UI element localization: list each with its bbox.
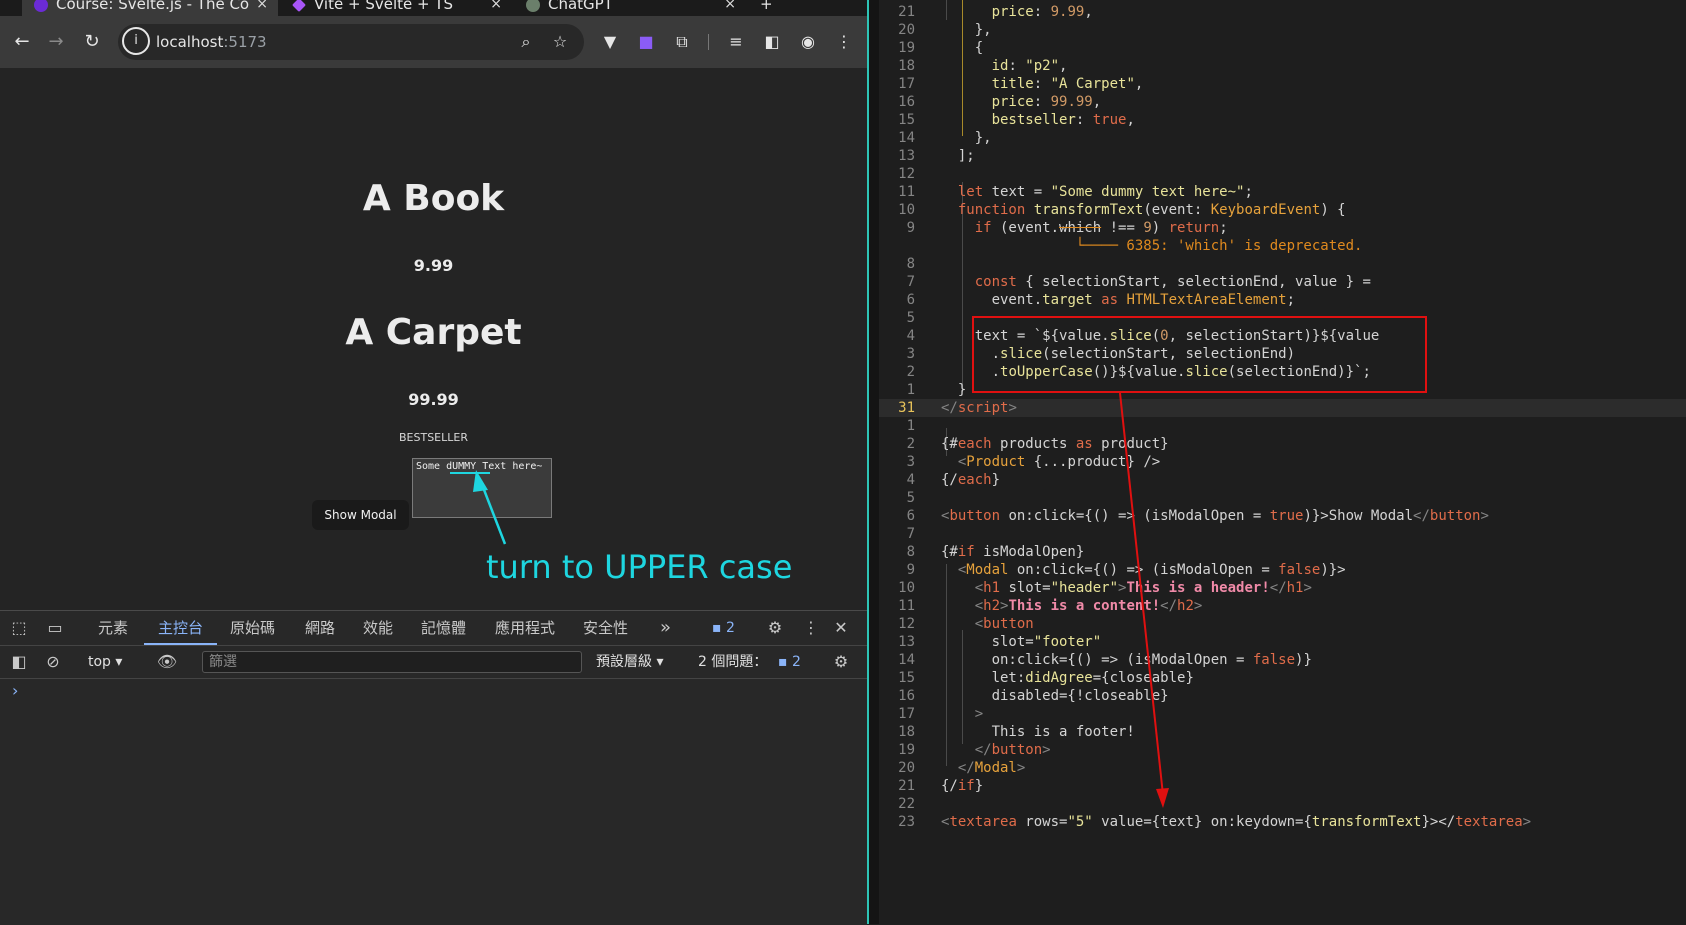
- red-annotation-arrow: [1119, 392, 1169, 808]
